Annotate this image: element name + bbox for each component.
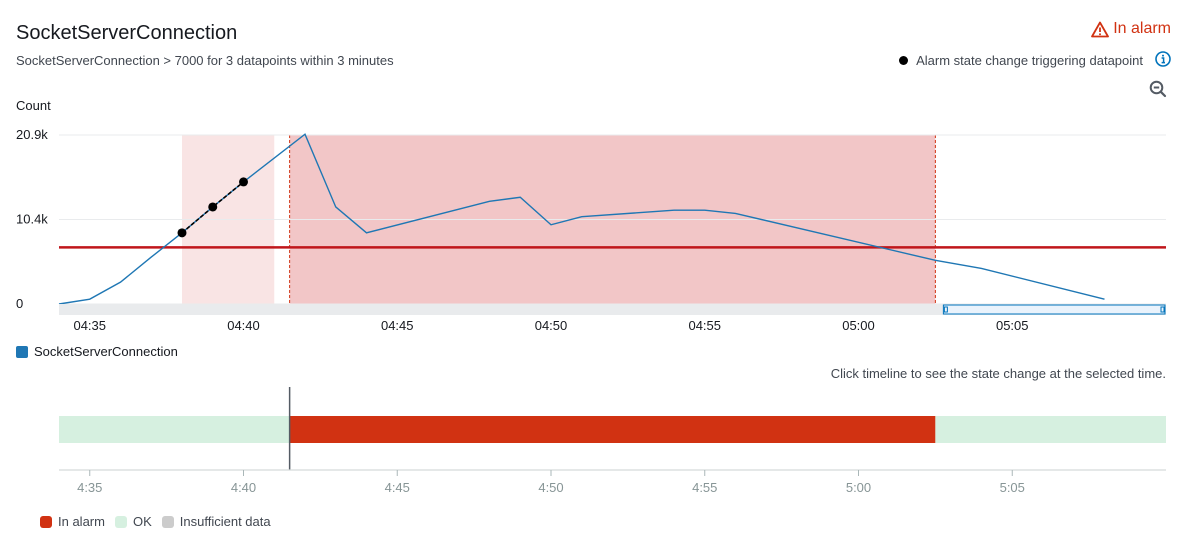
timeline-segment-ok[interactable] — [935, 416, 1166, 443]
timeline-tick-label: 4:40 — [231, 480, 256, 495]
state-timeline[interactable]: 4:35 4:40 4:45 4:50 4:55 5:00 5:05 — [0, 0, 1193, 510]
timeline-tick-label: 5:05 — [1000, 480, 1025, 495]
timeline-segment-ok[interactable] — [59, 416, 290, 443]
state-legend-label: In alarm — [58, 514, 105, 529]
state-legend-label: Insufficient data — [179, 514, 271, 529]
state-legend: In alarm OK Insufficient data — [40, 514, 273, 529]
timeline-tick-label: 5:00 — [846, 480, 871, 495]
timeline-tick-label: 4:35 — [77, 480, 102, 495]
insufficient-swatch — [161, 515, 174, 528]
state-legend-insufficient: Insufficient data — [161, 514, 271, 529]
timeline-tick-label: 4:45 — [385, 480, 410, 495]
timeline-tick-label: 4:55 — [692, 480, 717, 495]
timeline-tick-label: 4:50 — [538, 480, 563, 495]
state-legend-ok: OK — [114, 514, 152, 529]
state-legend-alarm: In alarm — [40, 514, 105, 529]
timeline-segment-alarm[interactable] — [289, 416, 936, 443]
ok-swatch — [114, 515, 127, 528]
alarm-swatch — [40, 515, 52, 528]
state-legend-label: OK — [132, 514, 152, 529]
